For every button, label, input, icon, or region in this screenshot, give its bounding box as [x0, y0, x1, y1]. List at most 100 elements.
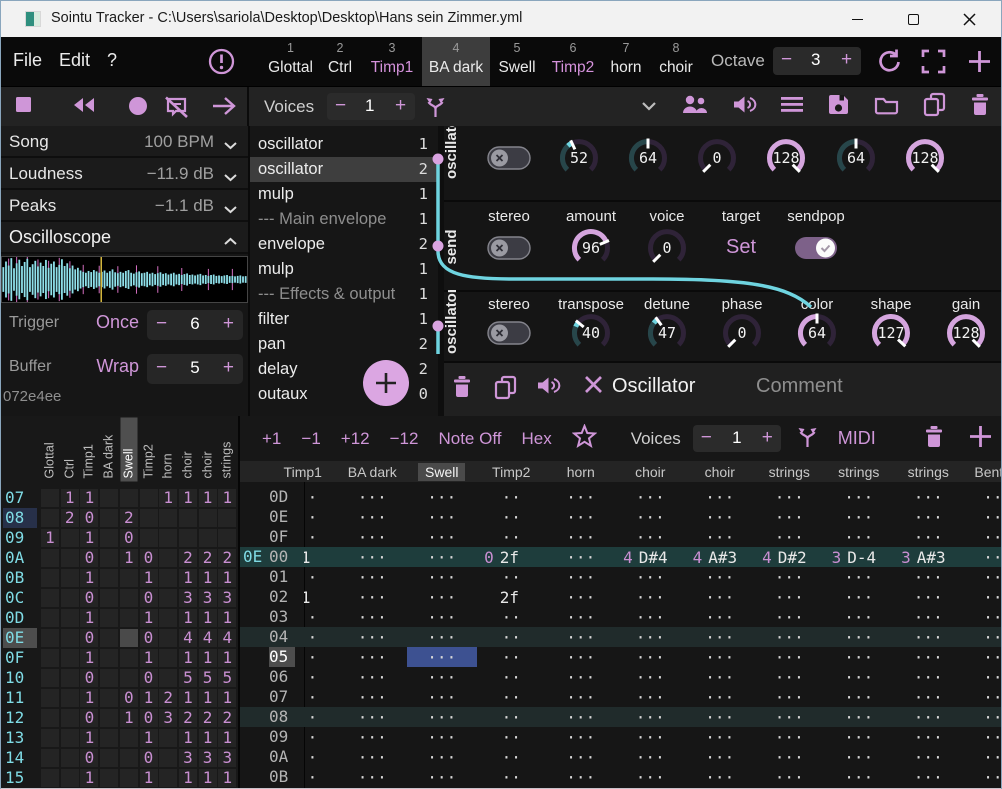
pattern-cell[interactable]: ···	[546, 667, 616, 687]
tab-instrument-timp2[interactable]: 6Timp2	[544, 37, 602, 86]
pattern-cell[interactable]: ··	[477, 687, 547, 707]
order-cell[interactable]: 0	[80, 509, 98, 527]
pattern-track-header-strings[interactable]: strings	[894, 461, 964, 482]
order-cell[interactable]: 1	[199, 769, 217, 787]
order-cell[interactable]	[61, 609, 79, 627]
pattern-cell[interactable]: ···	[338, 767, 408, 787]
order-cell[interactable]: 3	[218, 589, 236, 607]
param-set-button[interactable]: Set	[696, 236, 786, 259]
order-cell[interactable]	[159, 629, 177, 647]
transpose-minus12-button[interactable]: −12	[390, 429, 419, 449]
pattern-cell[interactable]: ···	[963, 727, 1002, 747]
order-cell[interactable]: 4	[218, 629, 236, 647]
copy-icon[interactable]	[923, 92, 946, 122]
param-toggle-sendpop[interactable]	[794, 236, 838, 265]
order-cell[interactable]	[100, 729, 118, 747]
param-knob-gain[interactable]: 128	[943, 310, 989, 361]
order-cell[interactable]	[159, 609, 177, 627]
tab-instrument-ctrl[interactable]: 2Ctrl	[318, 37, 362, 86]
pattern-cell[interactable]: ···	[755, 627, 825, 647]
stat-row-song[interactable]: Song100 BPM	[1, 126, 248, 158]
order-cell[interactable]	[159, 649, 177, 667]
order-track-header-choir[interactable]: choir	[199, 418, 216, 482]
minimize-button[interactable]	[834, 1, 880, 37]
order-row-number[interactable]: 07	[3, 488, 37, 508]
oscilloscope-header[interactable]: Oscilloscope	[1, 222, 248, 254]
order-cell[interactable]	[218, 509, 236, 527]
pattern-cell[interactable]: ···	[685, 527, 755, 547]
order-cell[interactable]: 0	[120, 529, 138, 547]
order-row-number[interactable]: 0C	[3, 588, 37, 608]
order-cell[interactable]	[159, 669, 177, 687]
pattern-cell[interactable]: ···	[407, 587, 477, 607]
order-cell[interactable]	[120, 649, 138, 667]
pattern-row-number[interactable]: 0B	[269, 767, 295, 787]
pattern-cell[interactable]: ···	[963, 547, 1002, 567]
pattern-track-header-bentstr[interactable]: BentStr	[963, 461, 1002, 482]
octave-minus-button[interactable]: −	[781, 49, 792, 71]
order-cell[interactable]: 1	[179, 689, 197, 707]
pattern-cell[interactable]: ···	[685, 707, 755, 727]
delete-unit-icon[interactable]	[452, 375, 472, 403]
order-cell[interactable]: 0	[140, 589, 158, 607]
order-cell[interactable]: 2	[199, 709, 217, 727]
maximize-button[interactable]	[890, 1, 936, 37]
pattern-cell[interactable]: ···	[546, 567, 616, 587]
pattern-cell[interactable]: ···	[894, 627, 964, 647]
chevron-down-icon[interactable]	[223, 169, 238, 187]
unit-mute-icon[interactable]	[536, 375, 561, 401]
pattern-cell[interactable]: ···	[338, 627, 408, 647]
param-toggle-stereo[interactable]	[487, 146, 531, 175]
pattern-cell[interactable]: ···	[824, 747, 894, 767]
order-cell[interactable]	[179, 529, 197, 547]
order-row-number[interactable]: 13	[3, 728, 37, 748]
pattern-track-header-timp2[interactable]: Timp2	[477, 461, 547, 482]
pattern-cell[interactable]: ···	[338, 707, 408, 727]
pattern-cell[interactable]: ···	[755, 607, 825, 627]
loop-icon[interactable]	[875, 48, 902, 80]
pattern-cell[interactable]: ···	[304, 627, 338, 647]
pattern-track-header-strings[interactable]: strings	[824, 461, 894, 482]
pattern-track-header-horn[interactable]: horn	[546, 461, 616, 482]
order-cell[interactable]: 2	[218, 549, 236, 567]
pattern-cell[interactable]: ···	[407, 627, 477, 647]
unit-list-item-delay[interactable]: delay2	[250, 357, 438, 382]
pattern-cell[interactable]: ···	[616, 667, 686, 687]
order-cell[interactable]	[159, 589, 177, 607]
order-cell[interactable]	[41, 629, 59, 647]
order-cell[interactable]	[120, 609, 138, 627]
pattern-cell[interactable]: ··	[477, 727, 547, 747]
order-cell[interactable]	[41, 589, 59, 607]
star-icon[interactable]	[572, 424, 597, 454]
pattern-cell[interactable]: 4D#2	[755, 547, 825, 567]
pattern-cell[interactable]: 3A#3	[894, 547, 964, 567]
pattern-cell[interactable]: 2f	[477, 587, 547, 607]
buffer-mode-button[interactable]: Wrap	[87, 356, 139, 377]
order-cell[interactable]: 1	[199, 689, 217, 707]
pattern-cell[interactable]: ···	[685, 567, 755, 587]
pattern-cell[interactable]: 4A#3	[685, 547, 755, 567]
order-cell[interactable]: 1	[80, 569, 98, 587]
order-cell[interactable]	[41, 569, 59, 587]
tab-instrument-horn[interactable]: 7horn	[602, 37, 650, 86]
order-cell[interactable]: 1	[179, 649, 197, 667]
order-cell[interactable]: 0	[140, 669, 158, 687]
param-knob-k2[interactable]: 64	[625, 135, 671, 186]
save-icon[interactable]	[827, 93, 850, 121]
order-cell[interactable]	[41, 689, 59, 707]
order-cell[interactable]	[159, 509, 177, 527]
collapse-chevron-icon[interactable]	[641, 98, 657, 116]
pattern-cell[interactable]: 02f	[477, 547, 547, 567]
order-cell[interactable]	[41, 489, 59, 507]
pattern-cell[interactable]: ···	[685, 487, 755, 507]
chevron-up-icon[interactable]	[223, 233, 238, 251]
pattern-cell[interactable]: ···	[407, 567, 477, 587]
pattern-cell[interactable]: ···	[824, 527, 894, 547]
pattern-cell[interactable]: ···	[824, 687, 894, 707]
order-cell[interactable]	[159, 729, 177, 747]
rewind-button[interactable]	[71, 96, 97, 119]
pattern-cell[interactable]: ···	[755, 527, 825, 547]
pattern-cell[interactable]: ···	[685, 747, 755, 767]
pattern-cell[interactable]: ···	[546, 767, 616, 787]
stat-row-peaks[interactable]: Peaks−1.1 dB	[1, 190, 248, 222]
